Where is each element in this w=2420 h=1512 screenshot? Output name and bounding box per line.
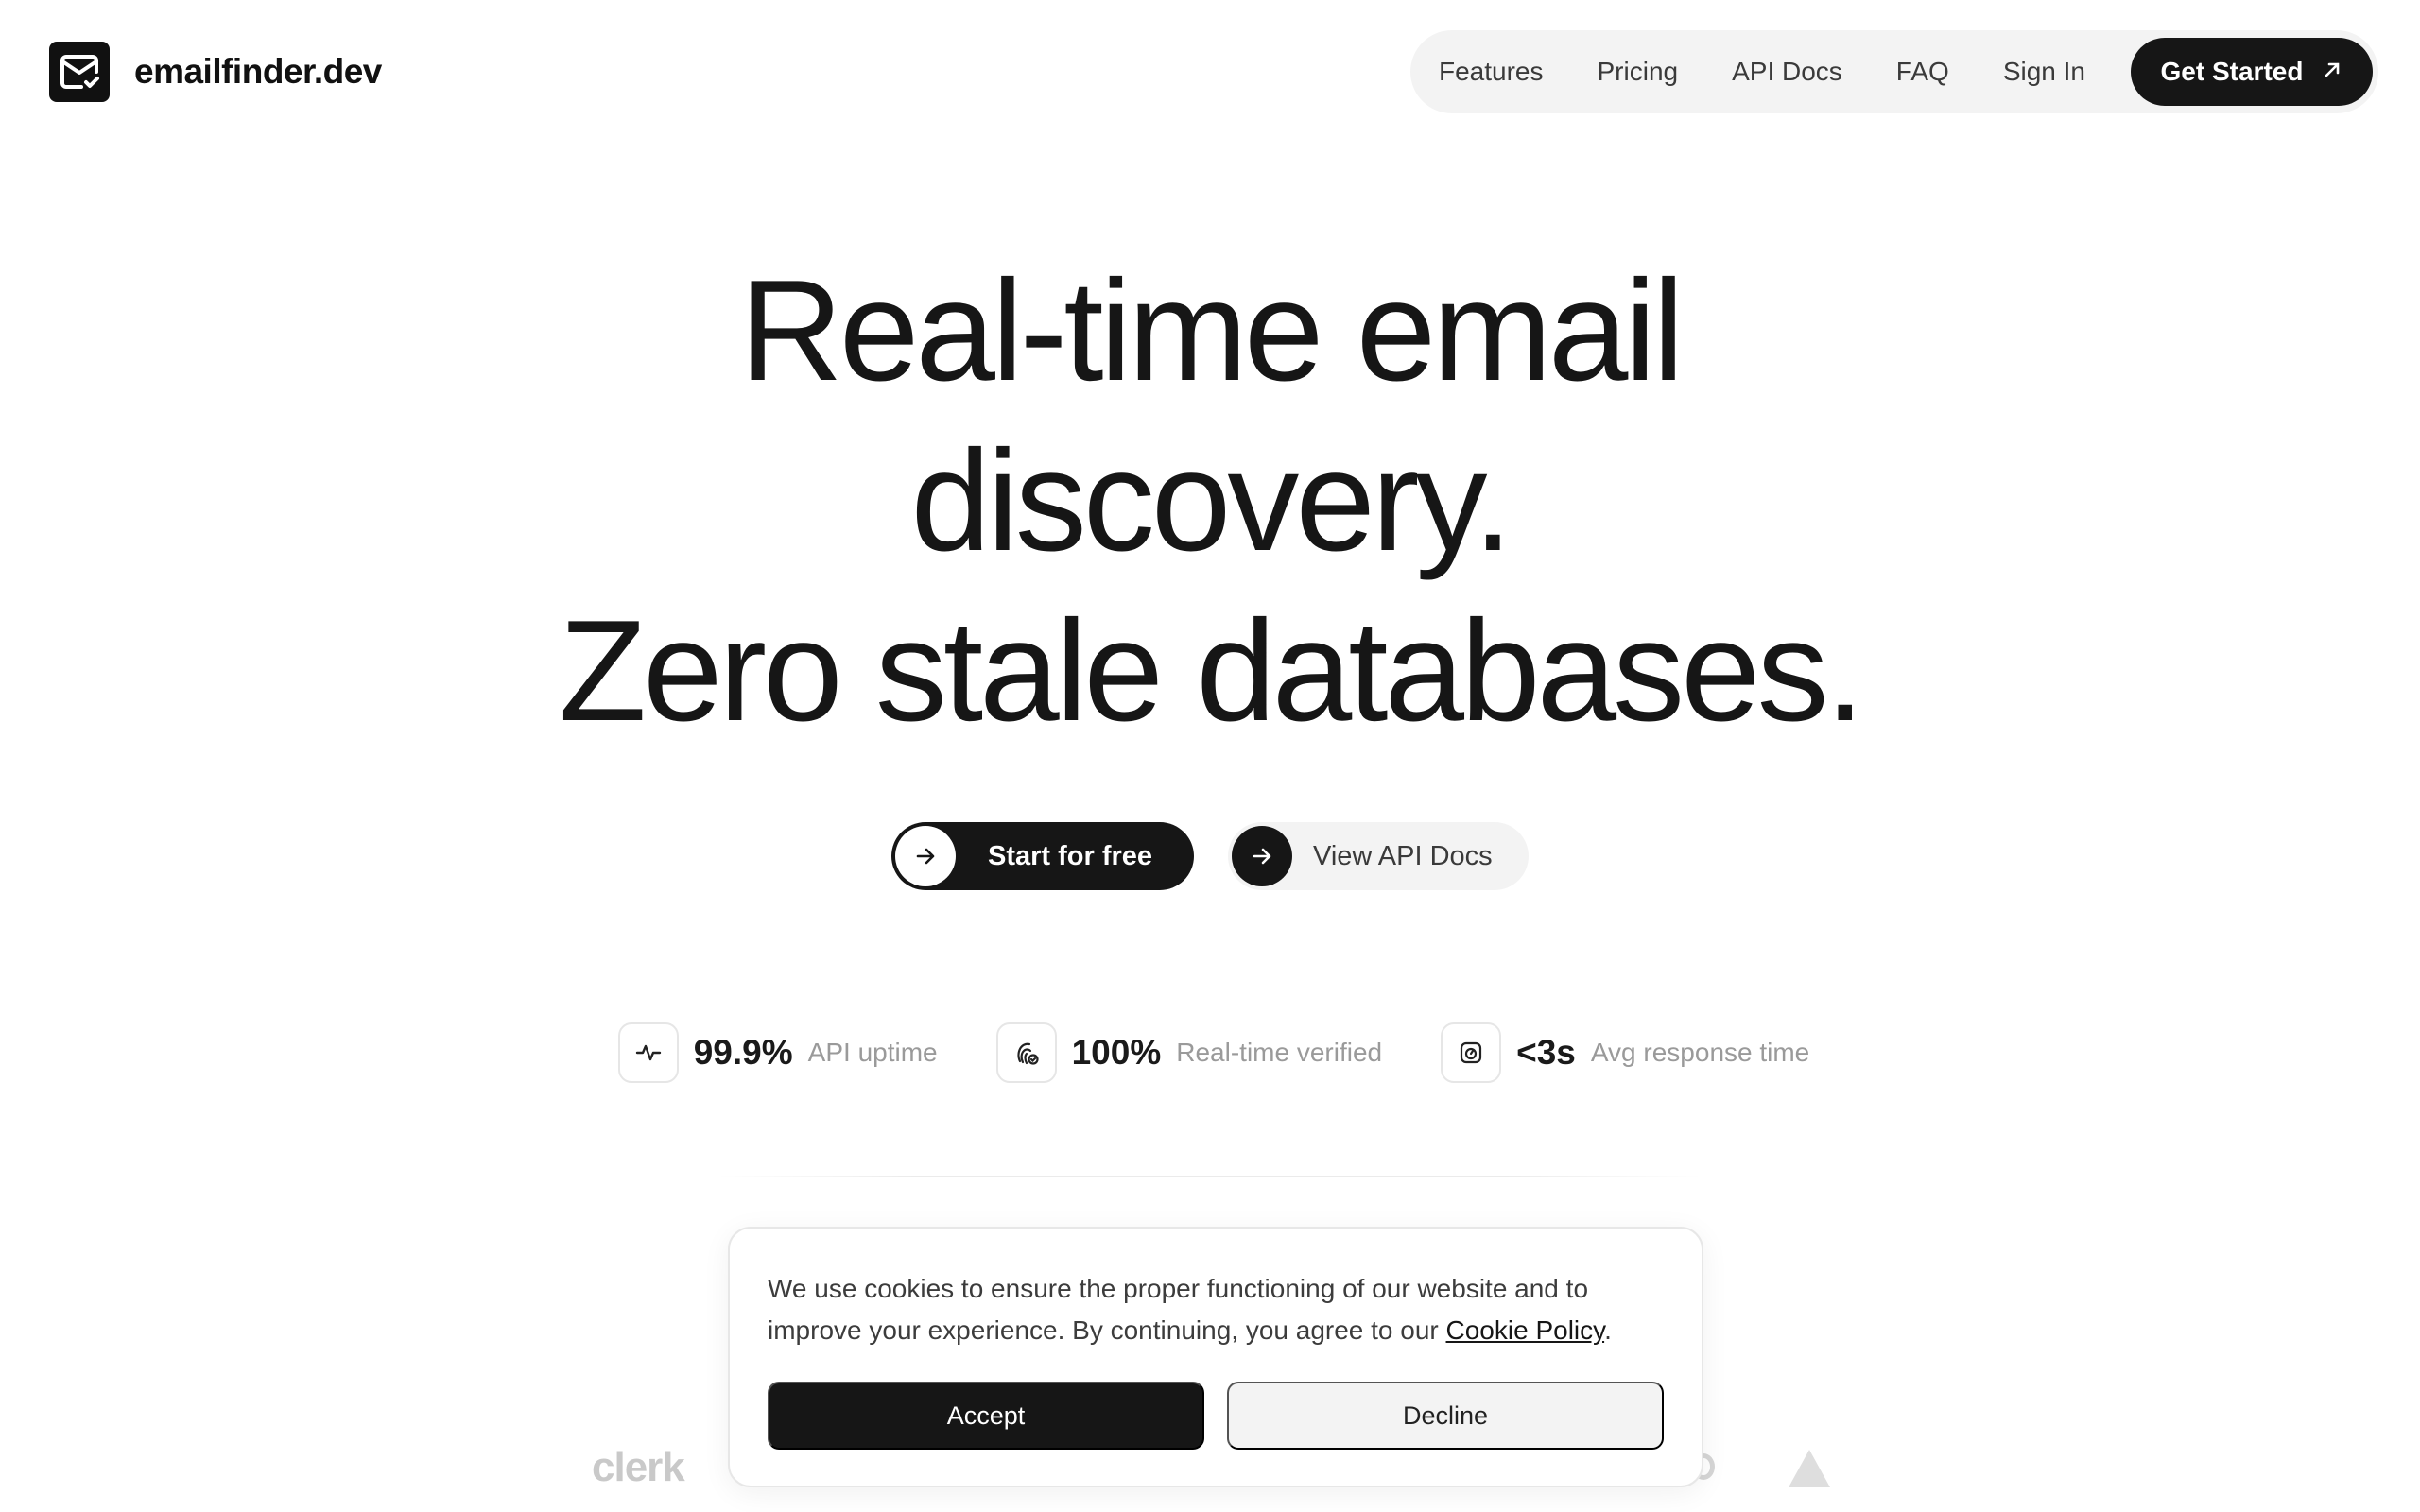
start-for-free-label: Start for free: [988, 840, 1153, 871]
hero-line-3: Zero stale databases.: [559, 591, 1865, 751]
brand-logo[interactable]: emailfinder.dev: [49, 42, 382, 102]
brand-logo-triangle-icon: [1789, 1450, 1830, 1487]
main-nav: Features Pricing API Docs FAQ Sign In Ge…: [1410, 30, 2378, 113]
timer-icon: [1441, 1022, 1502, 1083]
cookie-actions: Accept Decline: [768, 1382, 1664, 1450]
stat-label: Avg response time: [1590, 1038, 1810, 1067]
nav-features[interactable]: Features: [1439, 57, 1544, 87]
activity-icon: [617, 1022, 679, 1083]
view-api-docs-button[interactable]: View API Docs: [1228, 822, 1529, 890]
cookie-text-end: .: [1604, 1315, 1612, 1345]
nav-sign-in[interactable]: Sign In: [2003, 57, 2085, 87]
stat-value: 100%: [1071, 1033, 1162, 1072]
nav-api-docs[interactable]: API Docs: [1732, 57, 1842, 87]
cookie-message: We use cookies to ensure the proper func…: [768, 1268, 1664, 1351]
hero-line-1: Real-time email: [739, 250, 1685, 411]
hero-headline: Real-time email discovery. Zero stale da…: [0, 246, 2420, 756]
stat-verified: 100% Real-time verified: [995, 1022, 1383, 1083]
decline-button[interactable]: Decline: [1227, 1382, 1664, 1450]
stat-label: Real-time verified: [1176, 1038, 1383, 1067]
hero-cta-row: Start for free View API Docs: [0, 822, 2420, 890]
arrow-up-right-icon: [2322, 57, 2342, 87]
arrow-right-icon: [1232, 826, 1292, 886]
stat-response-time: <3s Avg response time: [1441, 1022, 1809, 1083]
stat-label: API uptime: [807, 1038, 938, 1067]
brand-name: emailfinder.dev: [134, 52, 382, 91]
view-api-docs-label: View API Docs: [1313, 840, 1493, 871]
hero-line-2: discovery.: [910, 421, 1513, 581]
nav-faq[interactable]: FAQ: [1896, 57, 1949, 87]
stat-value: 99.9%: [693, 1033, 793, 1072]
arrow-right-icon: [895, 826, 956, 886]
site-header: emailfinder.dev Features Pricing API Doc…: [0, 0, 2420, 142]
brand-logo-clerk: clerk: [592, 1444, 685, 1490]
stats-row: 99.9% API uptime 100% Real-time verified…: [0, 1022, 2420, 1083]
nav-pricing[interactable]: Pricing: [1598, 57, 1679, 87]
fingerprint-icon: [995, 1022, 1057, 1083]
stat-uptime: 99.9% API uptime: [617, 1022, 938, 1083]
get-started-label: Get Started: [2160, 57, 2304, 86]
stat-value: <3s: [1516, 1033, 1576, 1072]
get-started-button[interactable]: Get Started: [2131, 38, 2373, 106]
accept-button[interactable]: Accept: [768, 1382, 1204, 1450]
cookie-policy-link[interactable]: Cookie Policy: [1446, 1315, 1605, 1345]
mail-check-icon: [49, 42, 110, 102]
cookie-banner: We use cookies to ensure the proper func…: [728, 1227, 1703, 1487]
start-for-free-button[interactable]: Start for free: [891, 822, 1194, 890]
section-divider: [718, 1176, 1702, 1177]
